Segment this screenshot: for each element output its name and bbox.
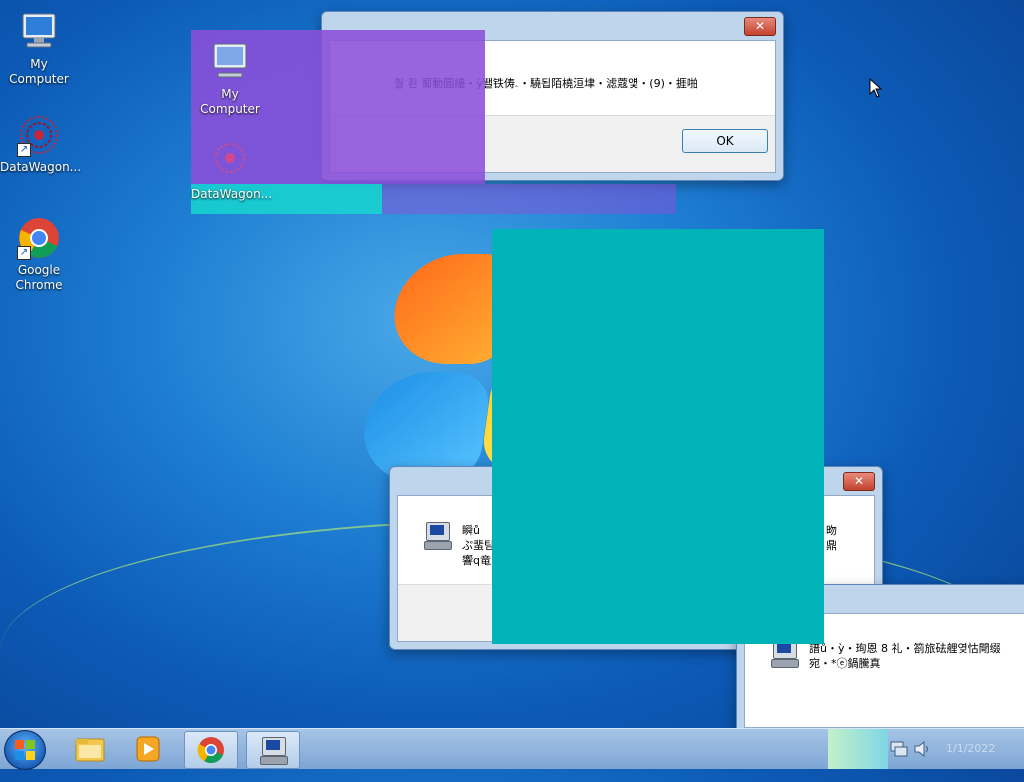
volume-icon[interactable] xyxy=(914,741,932,757)
desktop-icon-label: DataWagon... xyxy=(0,160,82,174)
desktop-icon-my-computer[interactable]: My Computer xyxy=(0,10,78,87)
folder-icon xyxy=(75,738,105,762)
ghost-icon-datawagon: DataWagon... xyxy=(191,140,273,202)
dialog-message-line: 瞬ů xyxy=(462,524,480,537)
desktop-icon-datawagon[interactable]: ↗ DataWagon... xyxy=(0,113,82,175)
tray-clock[interactable]: 1/1/2022 xyxy=(946,742,1022,755)
dialog-message-line: 宛・*ⓔ鍋騰真 xyxy=(809,657,881,670)
computer-icon xyxy=(208,40,252,84)
close-button[interactable]: ✕ xyxy=(843,472,875,491)
datawagon-icon xyxy=(208,140,252,184)
ghost-icon-label: DataWagon... xyxy=(191,187,273,201)
start-button[interactable] xyxy=(4,730,46,770)
system-tray: 1/1/2022 xyxy=(828,729,1024,769)
chrome-icon: ↗ xyxy=(17,216,61,260)
desktop-icon-label: Google Chrome xyxy=(15,263,63,292)
computer-icon xyxy=(17,10,61,54)
tray-glitch-strip xyxy=(828,729,888,769)
overlay-teal-block xyxy=(492,229,824,644)
computer-icon xyxy=(258,735,288,765)
shortcut-arrow-icon: ↗ xyxy=(17,143,31,157)
dialog-message-line: 響q竜 xyxy=(462,554,491,567)
ok-button[interactable]: OK xyxy=(682,129,768,153)
dialog-message-line: 譜ů・ỳ・珣恩 8 礼・箚旅砝艃옂怙閜缀 xyxy=(809,642,1001,655)
media-player-icon xyxy=(136,736,160,762)
network-icon[interactable] xyxy=(890,741,908,757)
taskbar-explorer-button[interactable] xyxy=(64,731,116,767)
taskbar-chrome-button[interactable] xyxy=(184,731,238,769)
dialog-message-line: 昒 xyxy=(826,524,837,537)
desktop-icon-google-chrome[interactable]: ↗ Google Chrome xyxy=(0,216,78,293)
overlay-ghost-purple-strip xyxy=(382,184,676,214)
close-button[interactable]: ✕ xyxy=(744,17,776,36)
desktop-icon-label: My Computer xyxy=(9,57,69,86)
ghost-icon-my-computer: My Computer xyxy=(191,40,269,117)
dialog-message-line: ぷ蜚팀 xyxy=(462,539,495,552)
taskbar: 1/1/2022 xyxy=(0,728,1024,770)
dialog-message-line: 鼎 xyxy=(826,539,837,552)
chrome-icon xyxy=(197,737,224,764)
computer-icon xyxy=(422,520,452,550)
mouse-cursor-icon xyxy=(869,78,883,98)
taskbar-media-player-button[interactable] xyxy=(122,731,174,767)
datawagon-icon: ↗ xyxy=(17,113,61,157)
ghost-icon-label: My Computer xyxy=(200,87,260,116)
shortcut-arrow-icon: ↗ xyxy=(17,246,31,260)
taskbar-app-button[interactable] xyxy=(246,731,300,769)
